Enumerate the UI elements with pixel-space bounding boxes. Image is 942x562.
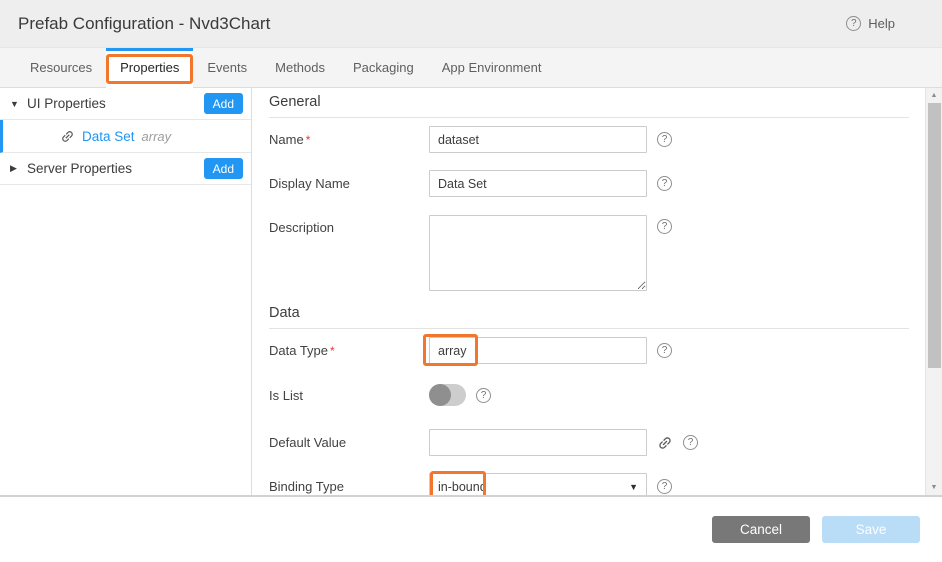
dropdown-caret-icon: ▼ — [629, 482, 638, 492]
default-value-field[interactable] — [429, 429, 647, 456]
default-value-help-icon[interactable]: ? — [683, 435, 698, 450]
form-row-description: Description ? — [269, 215, 909, 291]
name-field[interactable] — [429, 126, 647, 153]
sidebar-group-ui-properties[interactable]: ▼ UI Properties Add — [0, 88, 251, 120]
help-button[interactable]: ? Help — [846, 16, 895, 31]
tab-app-environment[interactable]: App Environment — [428, 48, 556, 87]
is-list-help-icon[interactable]: ? — [476, 388, 491, 403]
group-label: Server Properties — [27, 161, 204, 176]
caret-right-icon[interactable]: ▶ — [10, 163, 27, 174]
header-bar: Prefab Configuration - Nvd3Chart ? Help — [0, 0, 942, 48]
sidebar-item-data-set[interactable]: Data Set array — [0, 120, 251, 153]
add-ui-property-button[interactable]: Add — [204, 93, 243, 114]
scroll-up-icon[interactable]: ▲ — [926, 92, 942, 99]
required-asterisk: * — [306, 133, 311, 147]
tab-bar: Resources Properties Events Methods Pack… — [0, 48, 942, 88]
description-label: Description — [269, 215, 429, 235]
help-label: Help — [868, 16, 895, 31]
form-row-name: Name* ? — [269, 126, 909, 153]
page-title: Prefab Configuration - Nvd3Chart — [18, 14, 846, 34]
tab-resources[interactable]: Resources — [16, 48, 106, 87]
toggle-knob — [429, 384, 451, 406]
description-help-icon[interactable]: ? — [657, 219, 672, 234]
display-name-help-icon[interactable]: ? — [657, 176, 672, 191]
description-field[interactable] — [429, 215, 647, 291]
data-type-help-icon[interactable]: ? — [657, 343, 672, 358]
display-name-field[interactable] — [429, 170, 647, 197]
binding-type-help-icon[interactable]: ? — [657, 479, 672, 494]
default-value-label: Default Value — [269, 435, 429, 450]
group-label: UI Properties — [27, 96, 204, 111]
form-row-is-list: Is List ? — [269, 384, 909, 406]
section-title-data: Data — [269, 305, 909, 329]
data-type-field[interactable] — [429, 337, 647, 364]
binding-type-selected-value: in-bound — [438, 480, 629, 494]
vertical-scrollbar[interactable]: ▲ ▼ — [925, 88, 942, 495]
properties-sidebar: ▼ UI Properties Add Data Set array ▶ Ser… — [0, 88, 252, 495]
name-label: Name* — [269, 132, 429, 147]
is-list-toggle[interactable] — [429, 384, 466, 406]
tab-packaging[interactable]: Packaging — [339, 48, 428, 87]
required-asterisk: * — [330, 344, 335, 358]
tab-properties[interactable]: Properties — [106, 48, 193, 88]
save-button[interactable]: Save — [822, 516, 920, 543]
form-row-data-type: Data Type* ? — [269, 337, 909, 364]
property-item-type: array — [142, 129, 172, 144]
section-title-general: General — [269, 94, 909, 118]
tab-events[interactable]: Events — [193, 48, 261, 87]
display-name-label: Display Name — [269, 176, 429, 191]
is-list-label: Is List — [269, 388, 429, 403]
property-form: General Name* ? Display Name ? Descripti — [252, 88, 925, 495]
form-row-default-value: Default Value ? — [269, 429, 909, 456]
scroll-down-icon[interactable]: ▼ — [926, 484, 942, 491]
name-help-icon[interactable]: ? — [657, 132, 672, 147]
content-area: ▼ UI Properties Add Data Set array ▶ Ser… — [0, 88, 942, 497]
form-row-binding-type: Binding Type in-bound ▼ ? — [269, 473, 909, 495]
help-question-icon: ? — [846, 16, 861, 31]
form-row-display-name: Display Name ? — [269, 170, 909, 197]
prefab-configuration-dialog: Prefab Configuration - Nvd3Chart ? Help … — [0, 0, 942, 562]
data-type-label: Data Type* — [269, 343, 429, 358]
sidebar-group-server-properties[interactable]: ▶ Server Properties Add — [0, 153, 251, 185]
footer-bar: Cancel Save — [0, 497, 942, 562]
property-item-name: Data Set — [82, 129, 135, 144]
link-icon — [57, 125, 78, 146]
cancel-button[interactable]: Cancel — [712, 516, 810, 543]
add-server-property-button[interactable]: Add — [204, 158, 243, 179]
scrollbar-thumb[interactable] — [928, 103, 941, 368]
tab-methods[interactable]: Methods — [261, 48, 339, 87]
caret-down-icon[interactable]: ▼ — [10, 99, 27, 109]
binding-type-label: Binding Type — [269, 479, 429, 494]
bind-property-link-icon[interactable] — [654, 431, 677, 454]
binding-type-select[interactable]: in-bound ▼ — [429, 473, 647, 495]
